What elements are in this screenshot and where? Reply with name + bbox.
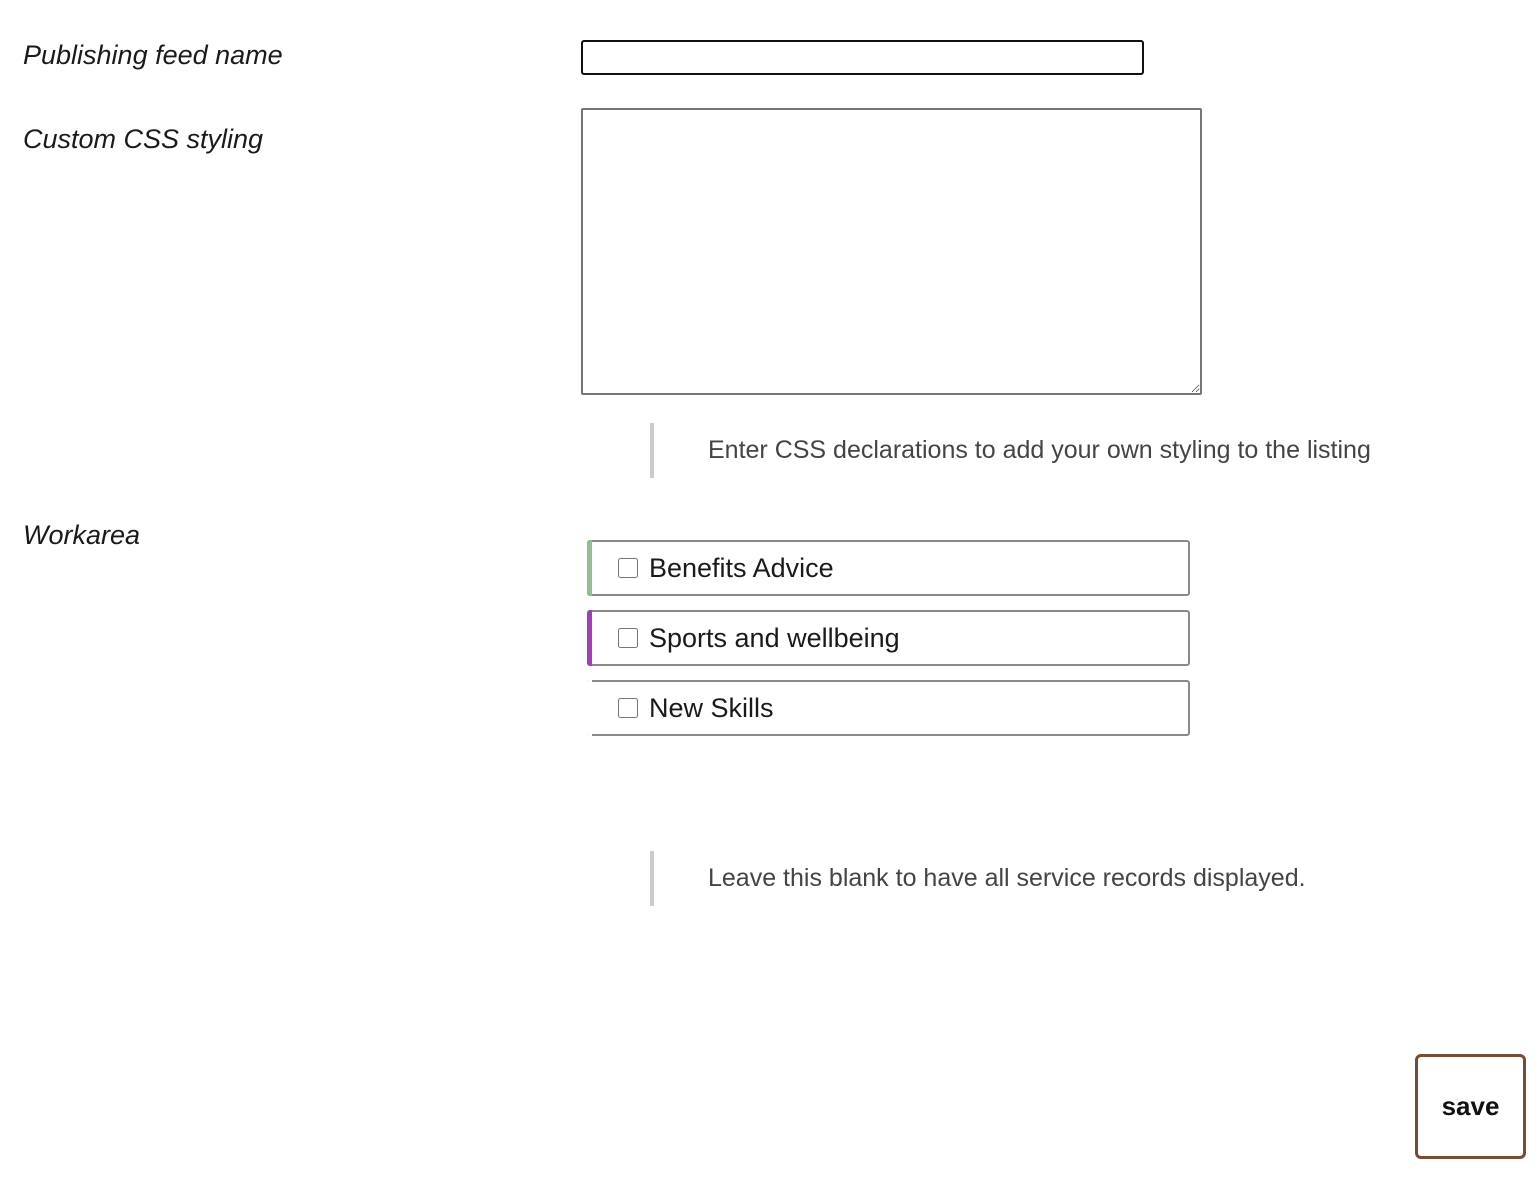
workarea-option-sports-and-wellbeing[interactable]: Sports and wellbeing — [587, 610, 1190, 666]
option-label: Benefits Advice — [649, 552, 834, 583]
custom-css-help-text: Enter CSS declarations to add your own s… — [708, 436, 1371, 464]
workarea-label: Workarea — [23, 520, 141, 550]
custom-css-help: Enter CSS declarations to add your own s… — [650, 423, 1371, 478]
workarea-help-text: Leave this blank to have all service rec… — [708, 864, 1306, 892]
option-accent-bar — [587, 540, 592, 596]
custom-css-label: Custom CSS styling — [23, 124, 264, 154]
workarea-option-benefits-advice[interactable]: Benefits Advice — [587, 540, 1190, 596]
option-accent-bar — [587, 680, 592, 736]
workarea-help: Leave this blank to have all service rec… — [650, 851, 1306, 906]
sports-and-wellbeing-checkbox[interactable] — [618, 628, 638, 648]
new-skills-checkbox[interactable] — [618, 698, 638, 718]
benefits-advice-checkbox[interactable] — [618, 558, 638, 578]
feed-settings-form: Publishing feed name Custom CSS styling … — [0, 0, 1539, 1196]
custom-css-textarea[interactable] — [581, 108, 1202, 395]
feed-name-input[interactable] — [581, 40, 1144, 75]
option-label: Sports and wellbeing — [649, 622, 900, 653]
workarea-option-new-skills[interactable]: New Skills — [587, 680, 1190, 736]
option-accent-bar — [587, 610, 592, 666]
save-button[interactable]: save — [1415, 1054, 1526, 1159]
option-label: New Skills — [649, 692, 774, 723]
feed-name-label: Publishing feed name — [23, 40, 283, 70]
